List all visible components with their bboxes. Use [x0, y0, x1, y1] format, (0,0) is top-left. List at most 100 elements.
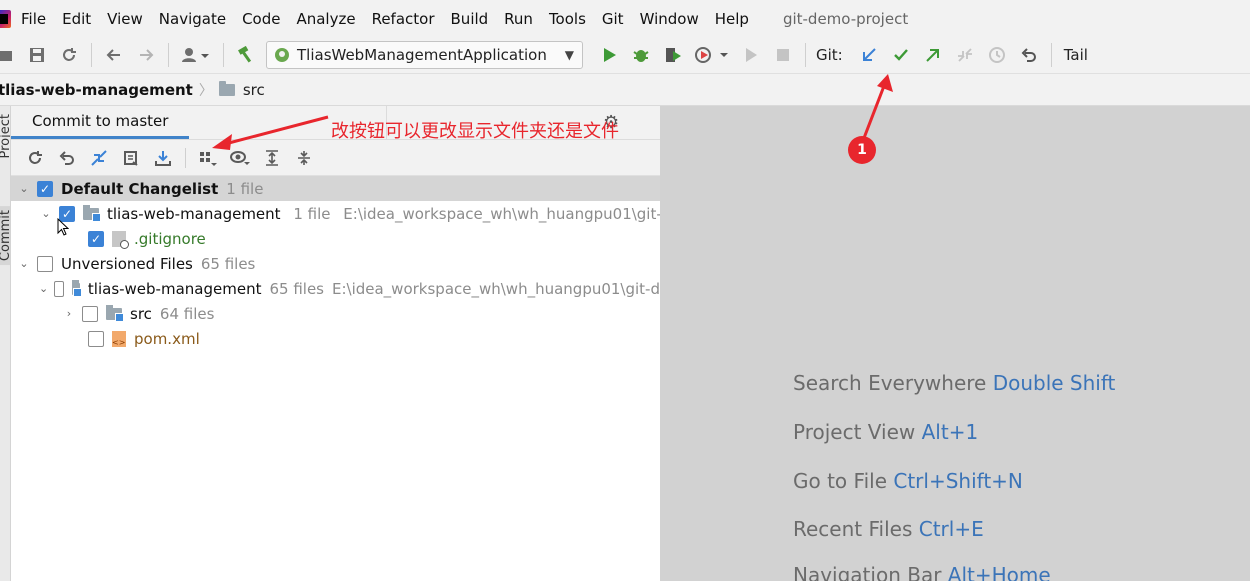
- sync-icon[interactable]: [58, 44, 80, 66]
- toolbar-separator: [185, 147, 186, 168]
- commit-panel: Commit to master ⚙ 改按钮可以更改显示文件夹还是文件 ⌄ ✓ …: [11, 105, 947, 581]
- checkbox-unversioned[interactable]: [37, 255, 53, 272]
- hint-search-everywhere: Search Everywhere Double Shift: [793, 371, 1115, 395]
- checkbox-src[interactable]: [82, 305, 98, 322]
- collapse-all-icon[interactable]: [293, 147, 315, 169]
- commit-panel-toolbar: [11, 140, 660, 176]
- tab-commit-to-master[interactable]: Commit to master: [11, 105, 190, 139]
- back-icon[interactable]: [103, 44, 125, 66]
- menu-file[interactable]: File: [21, 10, 46, 28]
- toolbar-separator: [91, 43, 92, 67]
- tree-row-gitignore[interactable]: ✓ .gitignore: [11, 226, 214, 251]
- xml-file-icon: [112, 330, 126, 347]
- main-toolbar: TliasWebManagementApplication ▼ Git: Tai…: [0, 37, 1250, 74]
- tree-row-default-changelist[interactable]: ⌄ ✓ Default Changelist 1 file: [11, 176, 660, 201]
- menu-tools[interactable]: Tools: [549, 10, 586, 28]
- git-rollback-icon[interactable]: [1018, 44, 1040, 66]
- git-merge-icon[interactable]: [954, 44, 976, 66]
- project-tool-tab[interactable]: Project: [0, 114, 10, 158]
- hint-action: Project View: [793, 420, 916, 444]
- menu-git[interactable]: Git: [602, 10, 624, 28]
- git-label: Git:: [816, 46, 843, 64]
- chevron-down-icon[interactable]: ⌄: [39, 282, 48, 295]
- commit-panel-header: Commit to master ⚙ 改按钮可以更改显示文件夹还是文件: [11, 105, 660, 142]
- menu-analyze[interactable]: Analyze: [296, 10, 355, 28]
- refresh-icon[interactable]: [24, 147, 46, 169]
- debug-icon[interactable]: [630, 44, 652, 66]
- checkbox-gitignore[interactable]: ✓: [88, 230, 104, 247]
- breadcrumb-project[interactable]: tlias-web-management: [0, 81, 193, 99]
- annotation-text: 改按钮可以更改显示文件夹还是文件: [331, 121, 619, 142]
- hint-action: Search Everywhere: [793, 371, 987, 395]
- src-count: 64 files: [159, 304, 215, 323]
- git-update-icon[interactable]: [858, 44, 880, 66]
- tail-button[interactable]: Tail: [1064, 46, 1088, 64]
- rollback-icon[interactable]: [56, 147, 78, 169]
- menu-edit[interactable]: Edit: [62, 10, 91, 28]
- group-by-icon[interactable]: [197, 147, 219, 169]
- attach-debugger-icon[interactable]: [740, 44, 762, 66]
- menu-help[interactable]: Help: [715, 10, 749, 28]
- hint-shortcut: Ctrl+E: [918, 517, 984, 541]
- menu-run[interactable]: Run: [504, 10, 533, 28]
- profile-dropdown-icon[interactable]: [694, 44, 730, 66]
- save-all-icon[interactable]: [26, 44, 48, 66]
- chevron-down-icon[interactable]: ⌄: [39, 207, 53, 220]
- tree-row-src[interactable]: › src 64 files: [11, 301, 222, 326]
- shelve-icon[interactable]: [152, 147, 174, 169]
- module-2-path: E:\idea_workspace_wh\wh_huangpu01\git-d: [331, 279, 660, 298]
- module-2-label: tlias-web-management: [87, 279, 262, 298]
- build-hammer-icon[interactable]: [235, 44, 257, 66]
- hint-project-view: Project View Alt+1: [793, 420, 978, 444]
- menu-view[interactable]: View: [107, 10, 143, 28]
- commit-tool-tab[interactable]: Commit: [0, 206, 10, 266]
- run-with-coverage-icon[interactable]: [662, 44, 684, 66]
- menu-navigate[interactable]: Navigate: [159, 10, 226, 28]
- show-diff-icon[interactable]: [88, 147, 110, 169]
- git-push-icon[interactable]: [922, 44, 944, 66]
- menu-window[interactable]: Window: [640, 10, 699, 28]
- default-changelist-label: Default Changelist: [61, 179, 219, 198]
- breadcrumb-src[interactable]: src: [243, 81, 265, 99]
- expand-all-icon[interactable]: [261, 147, 283, 169]
- pom-label: pom.xml: [134, 329, 200, 348]
- chevron-down-icon[interactable]: ⌄: [17, 182, 31, 195]
- chevron-right-icon[interactable]: ›: [62, 307, 76, 320]
- run-configuration-select[interactable]: TliasWebManagementApplication ▼: [266, 41, 583, 69]
- run-configuration-label: TliasWebManagementApplication: [297, 46, 547, 64]
- changelist-icon[interactable]: [120, 147, 142, 169]
- hint-shortcut: Double Shift: [992, 371, 1116, 395]
- hint-shortcut: Alt+1: [921, 420, 979, 444]
- git-commit-icon[interactable]: [890, 44, 912, 66]
- tree-row-unversioned[interactable]: ⌄ Unversioned Files 65 files: [11, 251, 263, 276]
- open-folder-icon[interactable]: [0, 44, 16, 66]
- menu-build[interactable]: Build: [451, 10, 489, 28]
- tree-row-module-2[interactable]: ⌄ tlias-web-management 65 files E:\idea_…: [11, 276, 660, 301]
- git-history-icon[interactable]: [986, 44, 1008, 66]
- run-icon[interactable]: [598, 44, 620, 66]
- hint-action: Go to File: [793, 469, 887, 493]
- ignore-file-icon: [112, 230, 129, 249]
- window-title: git-demo-project: [782, 9, 909, 28]
- left-tool-window-strip: Project Commit: [0, 106, 11, 581]
- chevron-down-icon[interactable]: ⌄: [17, 257, 31, 270]
- hint-navigation-bar: Navigation Bar Alt+Home: [793, 563, 1051, 581]
- toolbar-separator: [168, 43, 169, 67]
- stop-icon[interactable]: [772, 44, 794, 66]
- module-1-label: tlias-web-management: [107, 204, 281, 223]
- hint-shortcut: Ctrl+Shift+N: [893, 469, 1023, 493]
- menu-refactor[interactable]: Refactor: [372, 10, 435, 28]
- menu-code[interactable]: Code: [242, 10, 280, 28]
- gitignore-label: .gitignore: [134, 229, 206, 248]
- checkbox-pom[interactable]: [88, 330, 104, 347]
- folder-icon: [218, 80, 235, 96]
- forward-icon[interactable]: [135, 44, 157, 66]
- hint-recent-files: Recent Files Ctrl+E: [793, 517, 984, 541]
- user-dropdown-icon[interactable]: [180, 44, 212, 66]
- annotation-badge: 1: [848, 136, 876, 164]
- checkbox-module-2[interactable]: [54, 280, 64, 297]
- view-options-eye-icon[interactable]: [229, 147, 251, 169]
- unversioned-label: Unversioned Files: [61, 254, 193, 273]
- checkbox-default-changelist[interactable]: ✓: [37, 180, 53, 197]
- tree-row-pom[interactable]: pom.xml: [11, 326, 208, 351]
